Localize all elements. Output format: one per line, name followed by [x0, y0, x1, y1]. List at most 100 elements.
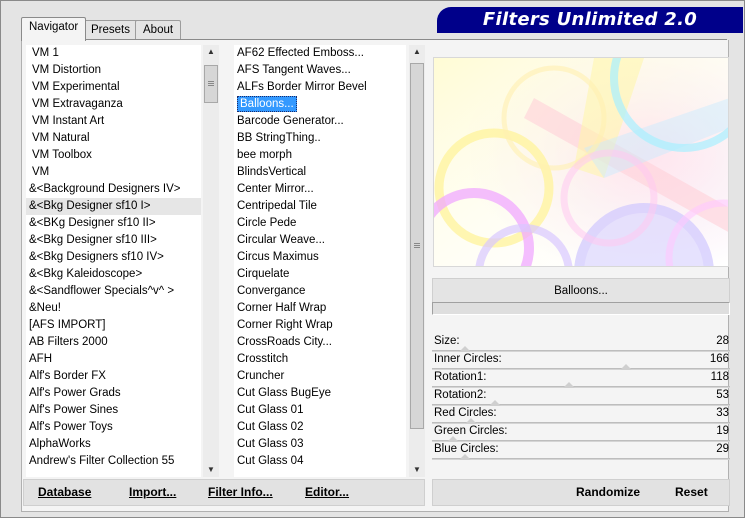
parameter-value: 118: [710, 371, 729, 383]
category-item[interactable]: &<Bkg Kaleidoscope>: [26, 266, 201, 283]
parameter-slider[interactable]: Size: 28: [432, 334, 730, 352]
filter-item[interactable]: Circle Pede: [234, 215, 406, 232]
parameter-slider[interactable]: Inner Circles: 166: [432, 352, 730, 370]
filter-item[interactable]: Crosstitch: [234, 351, 406, 368]
filter-item[interactable]: AFS Tangent Waves...: [234, 62, 406, 79]
category-item[interactable]: VM 1: [26, 45, 201, 62]
filter-item[interactable]: Center Mirror...: [234, 181, 406, 198]
filter-item[interactable]: Circular Weave...: [234, 232, 406, 249]
parameter-name: Size:: [434, 335, 460, 347]
editor-button[interactable]: Editor...: [305, 485, 349, 499]
category-item[interactable]: VM Distortion: [26, 62, 201, 79]
category-list[interactable]: VM 1 VM Distortion VM Experimental VM Extra…: [26, 45, 201, 477]
filter-item[interactable]: Balloons...: [234, 96, 406, 113]
parameter-name: Inner Circles:: [434, 353, 502, 365]
filter-info-button[interactable]: Filter Info...: [208, 485, 273, 499]
tab-presets[interactable]: Presets: [83, 20, 138, 40]
tab-about[interactable]: About: [135, 20, 182, 40]
scroll-up-icon[interactable]: ▲: [203, 45, 219, 59]
filter-item[interactable]: Cirquelate: [234, 266, 406, 283]
scroll-down-icon[interactable]: ▼: [203, 463, 219, 477]
scroll-down-icon[interactable]: ▼: [409, 463, 425, 477]
filter-item[interactable]: BB StringThing..: [234, 130, 406, 147]
filter-preview: [433, 57, 729, 267]
preview-image: [434, 58, 728, 266]
slider-knob[interactable]: [459, 454, 471, 460]
filter-item[interactable]: Cut Glass 02: [234, 419, 406, 436]
category-item[interactable]: &<Background Designers IV>: [26, 181, 201, 198]
import-button[interactable]: Import...: [129, 485, 176, 499]
category-item[interactable]: VM Experimental: [26, 79, 201, 96]
category-item[interactable]: Alf's Power Grads: [26, 385, 201, 402]
database-button[interactable]: Database: [38, 485, 91, 499]
category-item[interactable]: &<Bkg Designer sf10 I>: [26, 198, 201, 215]
editor-label: Editor...: [305, 485, 350, 499]
parameter-slider[interactable]: Blue Circles: 29: [432, 442, 730, 460]
category-item[interactable]: Alf's Power Toys: [26, 419, 201, 436]
category-item[interactable]: VM Toolbox: [26, 147, 201, 164]
parameter-name: Rotation2:: [434, 389, 487, 401]
filter-item[interactable]: AF62 Effected Emboss...: [234, 45, 406, 62]
category-item[interactable]: VM Extravaganza: [26, 96, 201, 113]
filter-item[interactable]: Cut Glass 01: [234, 402, 406, 419]
parameter-value: 28: [716, 335, 729, 347]
randomize-button[interactable]: Randomize: [576, 485, 640, 499]
filter-item[interactable]: Cruncher: [234, 368, 406, 385]
category-item[interactable]: VM Instant Art: [26, 113, 201, 130]
filter-scrollbar[interactable]: ▲ ▼: [409, 45, 425, 477]
category-item[interactable]: AlphaWorks: [26, 436, 201, 453]
parameter-value: 166: [709, 353, 729, 365]
category-item[interactable]: Alf's Power Sines: [26, 402, 201, 419]
filter-item[interactable]: Cut Glass 04: [234, 453, 406, 470]
category-item[interactable]: AFH: [26, 351, 201, 368]
tab-navigator[interactable]: Navigator: [21, 17, 87, 41]
progress-bar: [432, 302, 730, 315]
category-item[interactable]: &<Bkg Designers sf10 IV>: [26, 249, 201, 266]
parameter-value: 53: [716, 389, 729, 401]
filter-item[interactable]: Circus Maximus: [234, 249, 406, 266]
randomize-label: Randomize: [576, 485, 641, 499]
title-banner: Filters Unlimited 2.0: [437, 7, 743, 33]
category-item[interactable]: VM Natural: [26, 130, 201, 147]
reset-button[interactable]: Reset: [675, 485, 708, 499]
parameter-slider[interactable]: Green Circles: 19: [432, 424, 730, 442]
filter-item[interactable]: bee morph: [234, 147, 406, 164]
category-item[interactable]: AB Filters 2000: [26, 334, 201, 351]
category-item[interactable]: Andrew's Filter Collection 55: [26, 453, 201, 470]
category-item[interactable]: &Neu!: [26, 300, 201, 317]
scroll-thumb[interactable]: [204, 65, 218, 103]
parameter-value: 33: [716, 407, 729, 419]
category-item[interactable]: &<Bkg Designer sf10 III>: [26, 232, 201, 249]
category-item[interactable]: VM: [26, 164, 201, 181]
category-item[interactable]: &<BKg Designer sf10 II>: [26, 215, 201, 232]
filter-info-label: Filter Info...: [208, 485, 273, 499]
parameter-name: Rotation1:: [434, 371, 487, 383]
category-item[interactable]: &<Sandflower Specials^v^ >: [26, 283, 201, 300]
category-scrollbar[interactable]: ▲ ▼: [203, 45, 219, 477]
filter-item[interactable]: ALFs Border Mirror Bevel: [234, 79, 406, 96]
filter-item[interactable]: Barcode Generator...: [234, 113, 406, 130]
parameter-slider[interactable]: Rotation1: 118: [432, 370, 730, 388]
category-item[interactable]: [AFS IMPORT]: [26, 317, 201, 334]
import-label: Import...: [129, 485, 177, 499]
reset-label: Reset: [675, 485, 708, 499]
parameter-slider[interactable]: Rotation2: 53: [432, 388, 730, 406]
scroll-thumb[interactable]: [410, 63, 424, 429]
filter-item[interactable]: CrossRoads City...: [234, 334, 406, 351]
filter-item[interactable]: Cut Glass 03: [234, 436, 406, 453]
filter-item[interactable]: Convergance: [234, 283, 406, 300]
filter-item[interactable]: BlindsVertical: [234, 164, 406, 181]
filter-item[interactable]: Corner Right Wrap: [234, 317, 406, 334]
category-item[interactable]: Alf's Border FX: [26, 368, 201, 385]
filter-item[interactable]: Centripedal Tile: [234, 198, 406, 215]
parameter-name: Green Circles:: [434, 425, 508, 437]
filter-item[interactable]: Corner Half Wrap: [234, 300, 406, 317]
slider-track[interactable]: [432, 458, 730, 460]
filters-unlimited-window: Filters Unlimited 2.0 Navigator Presets …: [0, 0, 745, 518]
scroll-up-icon[interactable]: ▲: [409, 45, 425, 59]
filter-item[interactable]: Cut Glass BugEye: [234, 385, 406, 402]
parameter-slider[interactable]: Red Circles: 33: [432, 406, 730, 424]
filter-list[interactable]: AF62 Effected Emboss... AFS Tangent Waves…: [234, 45, 406, 477]
database-label: Database: [38, 485, 92, 499]
filter-name-button[interactable]: Balloons...: [432, 278, 730, 303]
